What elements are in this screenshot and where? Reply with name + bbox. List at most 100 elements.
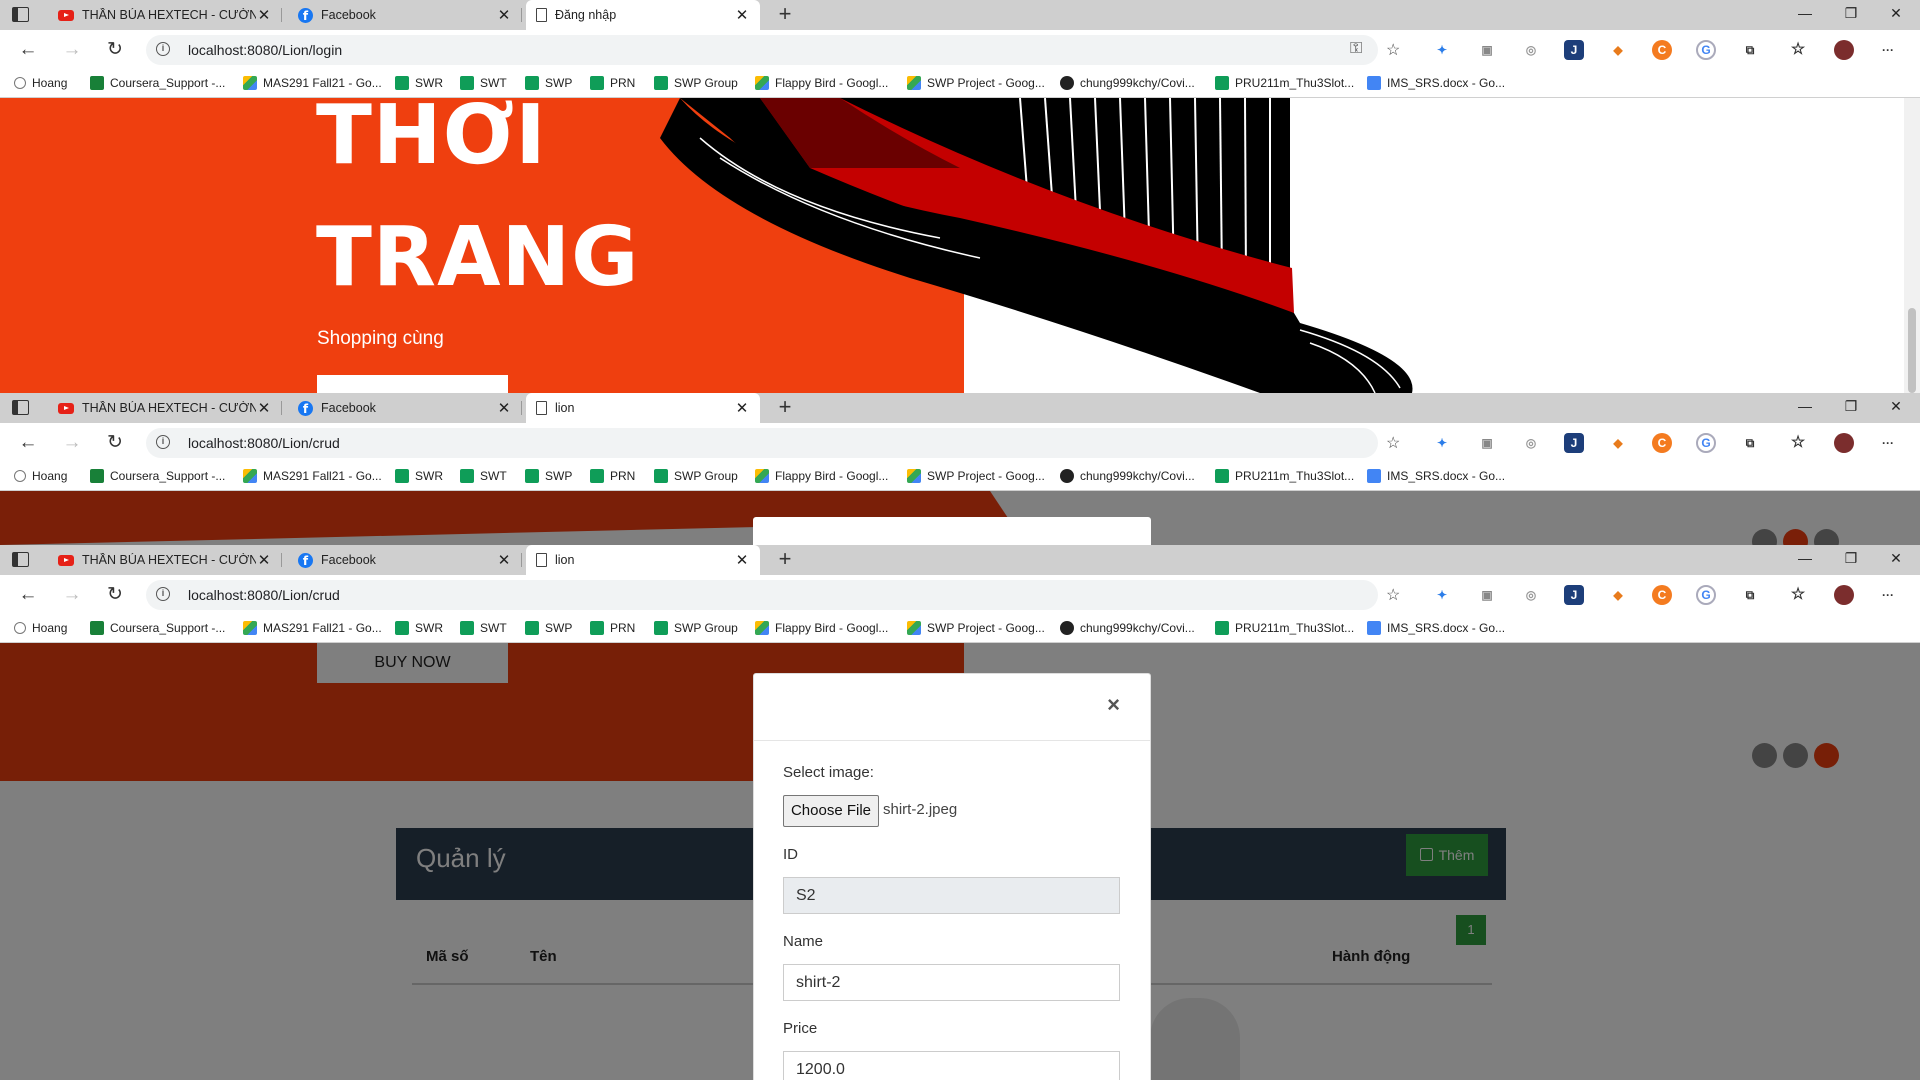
- favorites-icon[interactable]: ☆: [1788, 433, 1808, 453]
- bookmark[interactable]: Flappy Bird - Googl...: [755, 76, 888, 90]
- tab-facebook[interactable]: f Facebook ✕: [288, 545, 522, 575]
- bookmark[interactable]: MAS291 Fall21 - Go...: [243, 469, 382, 483]
- name-field[interactable]: shirt-2: [783, 964, 1120, 1001]
- address-bar[interactable]: i localhost:8080/Lion/crud ☆: [146, 580, 1400, 610]
- extensions-puzzle-icon[interactable]: ⧉: [1740, 585, 1760, 605]
- more-icon[interactable]: ···: [1878, 433, 1898, 453]
- tab-actions-icon[interactable]: [12, 7, 29, 22]
- extension-icon[interactable]: G: [1696, 40, 1716, 60]
- bookmark[interactable]: Hoang: [14, 469, 67, 483]
- tab-close-icon[interactable]: ✕: [496, 6, 512, 24]
- tab-facebook[interactable]: f Facebook ✕: [288, 0, 522, 30]
- scrollbar-thumb[interactable]: [1908, 308, 1916, 393]
- extensions-puzzle-icon[interactable]: ⧉: [1740, 40, 1760, 60]
- extension-icon[interactable]: C: [1652, 40, 1672, 60]
- metamask-icon[interactable]: ◆: [1608, 433, 1628, 453]
- extension-icon[interactable]: ◎: [1521, 40, 1541, 60]
- close-window-button[interactable]: ✕: [1886, 5, 1906, 22]
- extension-icon[interactable]: ✦: [1432, 585, 1452, 605]
- tab-actions-icon[interactable]: [12, 400, 29, 415]
- address-bar[interactable]: i localhost:8080/Lion/login ⚿ ☆: [146, 35, 1400, 65]
- new-tab-button[interactable]: +: [773, 396, 797, 420]
- bookmark[interactable]: SWR: [395, 621, 443, 635]
- tab-close-icon[interactable]: ✕: [496, 399, 512, 417]
- extension-icon[interactable]: ✦: [1432, 433, 1452, 453]
- restore-button[interactable]: ❐: [1841, 5, 1861, 22]
- extension-icon[interactable]: ✦: [1432, 40, 1452, 60]
- close-window-button[interactable]: ✕: [1886, 398, 1906, 415]
- bookmark[interactable]: IMS_SRS.docx - Go...: [1367, 76, 1505, 90]
- bookmark[interactable]: SWP: [525, 76, 572, 90]
- extension-icon[interactable]: C: [1652, 585, 1672, 605]
- metamask-icon[interactable]: ◆: [1608, 585, 1628, 605]
- extension-icon[interactable]: ▣: [1477, 433, 1497, 453]
- favorite-icon[interactable]: ☆: [1386, 40, 1400, 60]
- bookmark[interactable]: Coursera_Support -...: [90, 76, 225, 90]
- bookmark[interactable]: PRN: [590, 469, 635, 483]
- info-icon[interactable]: i: [156, 587, 170, 601]
- bookmark[interactable]: SWP Project - Goog...: [907, 621, 1045, 635]
- bookmark[interactable]: SWP Project - Goog...: [907, 76, 1045, 90]
- bookmark[interactable]: SWT: [460, 469, 507, 483]
- favorite-icon[interactable]: ☆: [1386, 585, 1400, 605]
- metamask-icon[interactable]: ◆: [1608, 40, 1628, 60]
- tab-active[interactable]: lion ✕: [526, 393, 760, 423]
- favorite-icon[interactable]: ☆: [1386, 433, 1400, 453]
- tab-close-icon[interactable]: ✕: [734, 551, 750, 569]
- bookmark[interactable]: Flappy Bird - Googl...: [755, 621, 888, 635]
- tab-facebook[interactable]: f Facebook ✕: [288, 393, 522, 423]
- favorites-icon[interactable]: ☆: [1788, 585, 1808, 605]
- bookmark[interactable]: chung999kchy/Covi...: [1060, 621, 1195, 635]
- reload-icon[interactable]: ↻: [103, 584, 127, 606]
- key-icon[interactable]: ⚿: [1350, 40, 1362, 58]
- bookmark[interactable]: PRU211m_Thu3Slot...: [1215, 76, 1354, 90]
- carousel-dot[interactable]: [1752, 529, 1777, 545]
- back-icon[interactable]: ←: [16, 39, 40, 61]
- info-icon[interactable]: i: [156, 435, 170, 449]
- favorites-icon[interactable]: ☆: [1788, 40, 1808, 60]
- bookmark[interactable]: chung999kchy/Covi...: [1060, 469, 1195, 483]
- choose-file-button[interactable]: Choose File: [783, 795, 879, 827]
- bookmark[interactable]: SWP: [525, 621, 572, 635]
- extension-icon[interactable]: G: [1696, 585, 1716, 605]
- carousel-dot[interactable]: [1814, 529, 1839, 545]
- back-icon[interactable]: ←: [16, 432, 40, 454]
- reload-icon[interactable]: ↻: [103, 39, 127, 61]
- avatar[interactable]: [1834, 585, 1854, 605]
- bookmark[interactable]: PRN: [590, 621, 635, 635]
- forward-icon[interactable]: →: [60, 432, 84, 454]
- bookmark[interactable]: Coursera_Support -...: [90, 621, 225, 635]
- price-field[interactable]: 1200.0: [783, 1051, 1120, 1080]
- bookmark[interactable]: SWR: [395, 76, 443, 90]
- bookmark[interactable]: MAS291 Fall21 - Go...: [243, 621, 382, 635]
- minimize-button[interactable]: —: [1795, 550, 1815, 566]
- bookmark[interactable]: SWP Group: [654, 621, 738, 635]
- extension-icon[interactable]: J: [1564, 433, 1584, 453]
- tab-close-icon[interactable]: ✕: [256, 551, 272, 569]
- bookmark[interactable]: Coursera_Support -...: [90, 469, 225, 483]
- forward-icon[interactable]: →: [60, 39, 84, 61]
- close-icon[interactable]: ×: [1107, 692, 1120, 718]
- extension-icon[interactable]: ▣: [1477, 585, 1497, 605]
- reload-icon[interactable]: ↻: [103, 432, 127, 454]
- extension-icon[interactable]: G: [1696, 433, 1716, 453]
- tab-active[interactable]: lion ✕: [526, 545, 760, 575]
- tab-close-icon[interactable]: ✕: [734, 6, 750, 24]
- bookmark[interactable]: IMS_SRS.docx - Go...: [1367, 469, 1505, 483]
- extensions-puzzle-icon[interactable]: ⧉: [1740, 433, 1760, 453]
- bookmark[interactable]: IMS_SRS.docx - Go...: [1367, 621, 1505, 635]
- extension-icon[interactable]: ◎: [1521, 585, 1541, 605]
- bookmark[interactable]: PRN: [590, 76, 635, 90]
- extension-icon[interactable]: J: [1564, 585, 1584, 605]
- bookmark[interactable]: PRU211m_Thu3Slot...: [1215, 621, 1354, 635]
- buy-now-button-top[interactable]: [317, 375, 508, 393]
- minimize-button[interactable]: —: [1795, 398, 1815, 414]
- extension-icon[interactable]: C: [1652, 433, 1672, 453]
- info-icon[interactable]: i: [156, 42, 170, 56]
- avatar[interactable]: [1834, 40, 1854, 60]
- bookmark[interactable]: Hoang: [14, 621, 67, 635]
- avatar[interactable]: [1834, 433, 1854, 453]
- tab-active[interactable]: Đăng nhập ✕: [526, 0, 760, 30]
- tab-youtube[interactable]: THẦN BÚA HEXTECH - CƯỜNG ĐÔ LA✕: [48, 0, 282, 30]
- extension-icon[interactable]: ▣: [1477, 40, 1497, 60]
